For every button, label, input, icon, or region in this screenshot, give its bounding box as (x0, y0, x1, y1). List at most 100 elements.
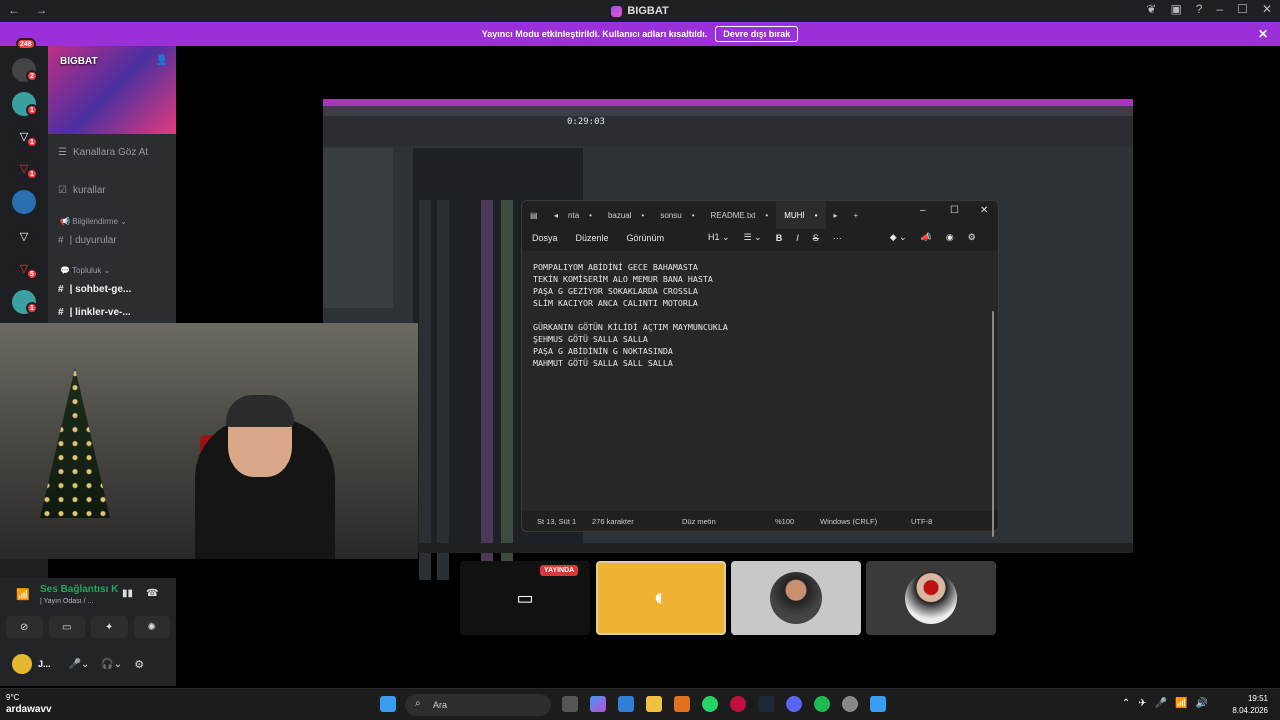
minimize-button[interactable]: – (1216, 2, 1223, 16)
channel-links[interactable]: # | linkler-ve-... (58, 307, 131, 318)
clock[interactable]: 19:51 8.04.2026 (1232, 693, 1268, 717)
channel-announcements[interactable]: # | duyurular (58, 235, 117, 246)
close-button[interactable]: ✕ (1262, 2, 1272, 16)
tab[interactable]: sonsu • (652, 201, 702, 229)
soundboard-icon[interactable]: ▮▮ (122, 588, 133, 599)
activities-icon[interactable]: ✦ (91, 616, 128, 638)
mixer-strip[interactable] (437, 200, 449, 580)
settings-icon[interactable]: ⚙ (134, 658, 144, 671)
italic-icon[interactable]: I (796, 233, 799, 243)
browse-channels-label: Kanallara Göz At (72, 147, 149, 158)
megaphone-icon[interactable]: 📣 (921, 232, 932, 243)
search-box[interactable]: ⌕ Ara (405, 694, 551, 716)
notepad-window[interactable]: ▤ ◂ nta • bazual • sonsu • README.txt • … (521, 200, 999, 537)
list-icon[interactable]: ☰ ⌄ (744, 232, 762, 243)
category-info[interactable]: 📢 Bilgilendirme ⌄ (60, 217, 127, 226)
account-icon[interactable]: ◉ (946, 232, 954, 243)
screen-share-icon[interactable]: ▭ (48, 616, 85, 638)
daw-toolbar[interactable] (323, 116, 1133, 146)
steam-icon[interactable] (758, 696, 774, 712)
camera-off-icon[interactable]: ⊘ (6, 616, 43, 638)
strikethrough-icon[interactable]: S (813, 233, 819, 243)
copilot-icon[interactable]: ◆ ⌄ (890, 232, 907, 243)
text-editor[interactable]: POMPALIYOM ABİDİNİ GECE BAHAMASTA TEKİN … (522, 251, 998, 537)
inbox-icon[interactable]: ▣ (1170, 2, 1181, 16)
more-icon[interactable]: ··· (833, 233, 842, 243)
headphones-icon[interactable]: 🎧⌄ (101, 659, 122, 670)
daw-time: 0:29:03 (567, 117, 605, 127)
start-button[interactable] (380, 696, 396, 712)
voice-room[interactable]: | Yayın Odası / ... (40, 598, 93, 605)
daw-menubar[interactable] (323, 106, 1133, 116)
app-icon[interactable] (842, 696, 858, 712)
whatsapp-icon[interactable] (702, 696, 718, 712)
minimize-button[interactable]: – (920, 205, 926, 216)
tab-active[interactable]: MUHİ • (776, 201, 826, 229)
copilot-icon[interactable] (590, 696, 606, 712)
invite-icon[interactable]: 👤 (156, 55, 168, 66)
menu-view[interactable]: Görünüm (627, 233, 665, 243)
server-banner[interactable]: BIGBAT 👤 (48, 46, 176, 134)
christmas-tree (40, 368, 110, 518)
tab[interactable]: bazual • (600, 201, 652, 229)
browser-icon[interactable] (674, 696, 690, 712)
text-line: ŞEHMUS GÖTÜ SALLA SALLA (533, 334, 648, 344)
participant-tile[interactable] (731, 561, 861, 635)
task-view-icon[interactable] (562, 696, 578, 712)
new-tab-button[interactable]: + (846, 201, 867, 229)
editor-text: POMPALIYOM ABİDİNİ GECE BAHAMASTA TEKİN … (533, 261, 728, 369)
windows-icon[interactable] (380, 696, 396, 712)
discord-icon[interactable] (786, 696, 802, 712)
participant-tile[interactable] (866, 561, 996, 635)
voice-status[interactable]: Ses Bağlantısı K (40, 584, 118, 595)
tab[interactable]: README.txt • (703, 201, 777, 229)
pinned-apps (562, 696, 886, 712)
channel-rules[interactable]: ☑ kurallar (58, 185, 106, 196)
menu-file[interactable]: Dosya (532, 233, 558, 243)
opera-icon[interactable] (730, 696, 746, 712)
microphone-icon[interactable]: 🎤⌄ (69, 659, 90, 670)
text-line: GÜRKANIN GÖTÜN KİLİDİ AÇTIM MAYMUNCUKLA (533, 322, 728, 332)
mixer-strip[interactable] (481, 200, 493, 580)
disconnect-icon[interactable]: ☎ (146, 588, 158, 599)
browse-channels[interactable]: ☰ Kanallara Göz At (58, 147, 148, 158)
zoom-level[interactable]: %100 (775, 517, 794, 526)
close-button[interactable]: ✕ (980, 205, 988, 216)
category-community[interactable]: 💬 Topluluk ⌄ (60, 266, 110, 275)
server-avatar[interactable] (12, 190, 36, 214)
weather-temp[interactable]: 9°C (6, 693, 19, 702)
disable-streamer-mode-button[interactable]: Devre dışı bırak (715, 26, 799, 42)
bold-icon[interactable]: B (776, 233, 783, 243)
store-icon[interactable] (618, 696, 634, 712)
heading-select[interactable]: H1 ⌄ (708, 232, 730, 243)
server-name[interactable]: BIGBAT (60, 56, 98, 67)
format-toolbar: H1 ⌄ ☰ ⌄ B I S ··· ◆ ⌄ 📣 ◉ ⚙ (708, 232, 976, 243)
line-ending[interactable]: Windows (CRLF) (820, 517, 877, 526)
channel-chat[interactable]: # | sohbet-ge... (58, 284, 131, 295)
settings-icon[interactable]: ⚙ (968, 232, 976, 243)
mixer-strip[interactable] (501, 200, 513, 580)
hash-icon: # (58, 307, 64, 318)
nav-arrows[interactable]: ← → (8, 3, 53, 17)
server-avatar[interactable]: ▽ (12, 224, 36, 248)
scrollbar[interactable] (992, 311, 994, 537)
menu-edit[interactable]: Düzenle (576, 233, 609, 243)
discord-tile[interactable]: ◐ (596, 561, 726, 635)
encoding[interactable]: UTF-8 (911, 517, 932, 526)
system-tray[interactable]: ⌃✈🎤📶🔊 (1122, 698, 1216, 709)
tab[interactable]: ◂ nta • (546, 201, 600, 229)
avatar[interactable] (12, 654, 32, 674)
maximize-button[interactable]: ☐ (1237, 2, 1248, 16)
mixer-strip[interactable] (419, 200, 431, 580)
close-icon[interactable]: ✕ (1258, 27, 1268, 41)
spotify-icon[interactable] (814, 696, 830, 712)
help-icon[interactable]: ? (1196, 2, 1203, 16)
soundboard-button-icon[interactable]: ✺ (133, 616, 170, 638)
leaf-icon[interactable]: ❦ (1146, 2, 1156, 16)
tab-scroll-right[interactable]: ▸ (826, 201, 846, 229)
maximize-button[interactable]: ☐ (950, 205, 959, 216)
folder-icon[interactable] (646, 696, 662, 712)
notepad-taskbar-icon[interactable] (870, 696, 886, 712)
user-panel[interactable]: J... 🎤⌄ 🎧⌄ ⚙ (12, 654, 144, 674)
channel-rack[interactable] (323, 148, 393, 308)
